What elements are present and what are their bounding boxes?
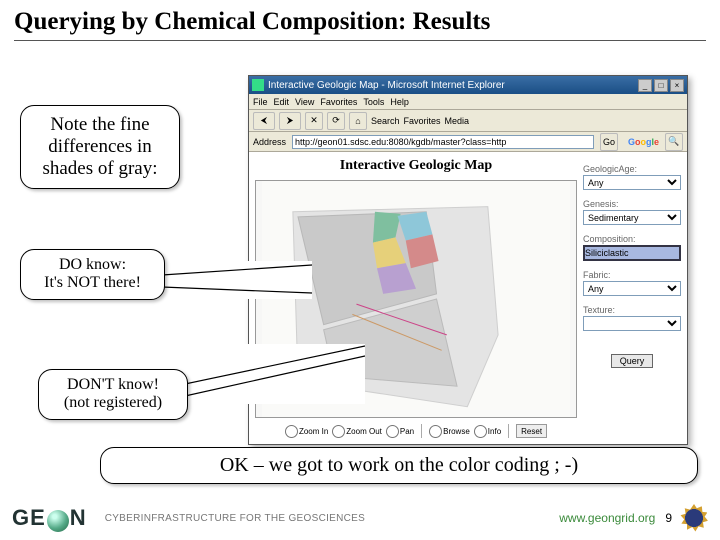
menu-item[interactable]: Favorites [320, 97, 357, 107]
genesis-select[interactable]: Sedimentary [583, 210, 681, 225]
field-label-geologic-age: GeologicAge: [583, 164, 681, 174]
callout-do-know: DO know: It's NOT there! [20, 249, 165, 300]
zoom-in-radio[interactable]: Zoom In [285, 425, 328, 438]
logo-text: GE [12, 505, 46, 531]
window-title: Interactive Geologic Map - Microsoft Int… [268, 80, 505, 91]
footer-url: www.geongrid.org [559, 511, 655, 525]
info-radio[interactable]: Info [474, 425, 501, 438]
geon-logo: GE N [12, 505, 87, 531]
browse-radio[interactable]: Browse [429, 425, 470, 438]
field-label-texture: Texture: [583, 305, 681, 315]
search-button[interactable]: Search [371, 116, 400, 126]
map-toolbar: Zoom In Zoom Out Pan Browse Info Reset [255, 422, 577, 440]
menu-item[interactable]: View [295, 97, 314, 107]
browser-toolbar: ⮜ ⮞ ✕ ⟳ ⌂ Search Favorites Media [249, 110, 687, 132]
refresh-button[interactable]: ⟳ [327, 112, 345, 130]
callout-note: Note the fine differences in shades of g… [20, 105, 180, 189]
geologic-age-select[interactable]: Any [583, 175, 681, 190]
map-title: Interactive Geologic Map [255, 158, 577, 174]
browser-addressbar: Address Go Google 🔍 [249, 132, 687, 152]
forward-button[interactable]: ⮞ [279, 112, 301, 130]
callout-line: DON'T know! [49, 376, 177, 394]
menu-item[interactable]: Tools [363, 97, 384, 107]
menu-item[interactable]: Help [390, 97, 409, 107]
field-label-fabric: Fabric: [583, 270, 681, 280]
field-label-genesis: Genesis: [583, 199, 681, 209]
menu-item[interactable]: Edit [274, 97, 290, 107]
main-area: Note the fine differences in shades of g… [0, 49, 720, 459]
go-button[interactable]: Go [600, 133, 618, 151]
google-search-icon[interactable]: 🔍 [665, 133, 683, 151]
footer-tagline: CYBERINFRASTRUCTURE FOR THE GEOSCIENCES [105, 513, 365, 524]
maximize-button[interactable]: □ [654, 79, 668, 92]
globe-icon [47, 510, 69, 532]
callout-line: (not registered) [49, 394, 177, 412]
composition-input[interactable] [583, 245, 681, 261]
menu-item[interactable]: File [253, 97, 268, 107]
title-underline [14, 40, 706, 41]
query-sidebar: GeologicAge: Any Genesis: Sedimentary Co… [581, 152, 687, 444]
logo-text: N [70, 505, 87, 531]
fabric-select[interactable]: Any [583, 281, 681, 296]
callout-dont-know: DON'T know! (not registered) [38, 369, 188, 420]
media-button[interactable]: Media [445, 116, 470, 126]
favorites-button[interactable]: Favorites [404, 116, 441, 126]
back-button[interactable]: ⮜ [253, 112, 275, 130]
home-button[interactable]: ⌂ [349, 112, 367, 130]
slide-footer: GE N CYBERINFRASTRUCTURE FOR THE GEOSCIEN… [12, 502, 708, 534]
zoom-out-radio[interactable]: Zoom Out [332, 425, 382, 438]
minimize-button[interactable]: _ [638, 79, 652, 92]
ie-icon [252, 79, 264, 91]
callout-bottom: OK – we got to work on the color coding … [100, 447, 698, 484]
stop-button[interactable]: ✕ [305, 112, 323, 130]
query-button[interactable]: Query [611, 354, 654, 368]
browser-titlebar: Interactive Geologic Map - Microsoft Int… [249, 76, 687, 94]
texture-select[interactable] [583, 316, 681, 331]
google-toolbar[interactable]: Google [628, 137, 659, 147]
reset-button[interactable]: Reset [516, 424, 547, 438]
address-label: Address [253, 137, 286, 147]
close-button[interactable]: × [670, 79, 684, 92]
slide-title: Querying by Chemical Composition: Result… [0, 0, 720, 40]
nsf-logo-icon [680, 504, 708, 532]
field-label-composition: Composition: [583, 234, 681, 244]
callout-pointer [162, 261, 312, 299]
callout-line: DO know: [31, 256, 154, 274]
callout-pointer [185, 344, 365, 404]
browser-menubar: File Edit View Favorites Tools Help [249, 94, 687, 110]
callout-line: It's NOT there! [31, 274, 154, 292]
pan-radio[interactable]: Pan [386, 425, 414, 438]
page-number: 9 [665, 511, 672, 525]
address-input[interactable] [292, 135, 594, 149]
